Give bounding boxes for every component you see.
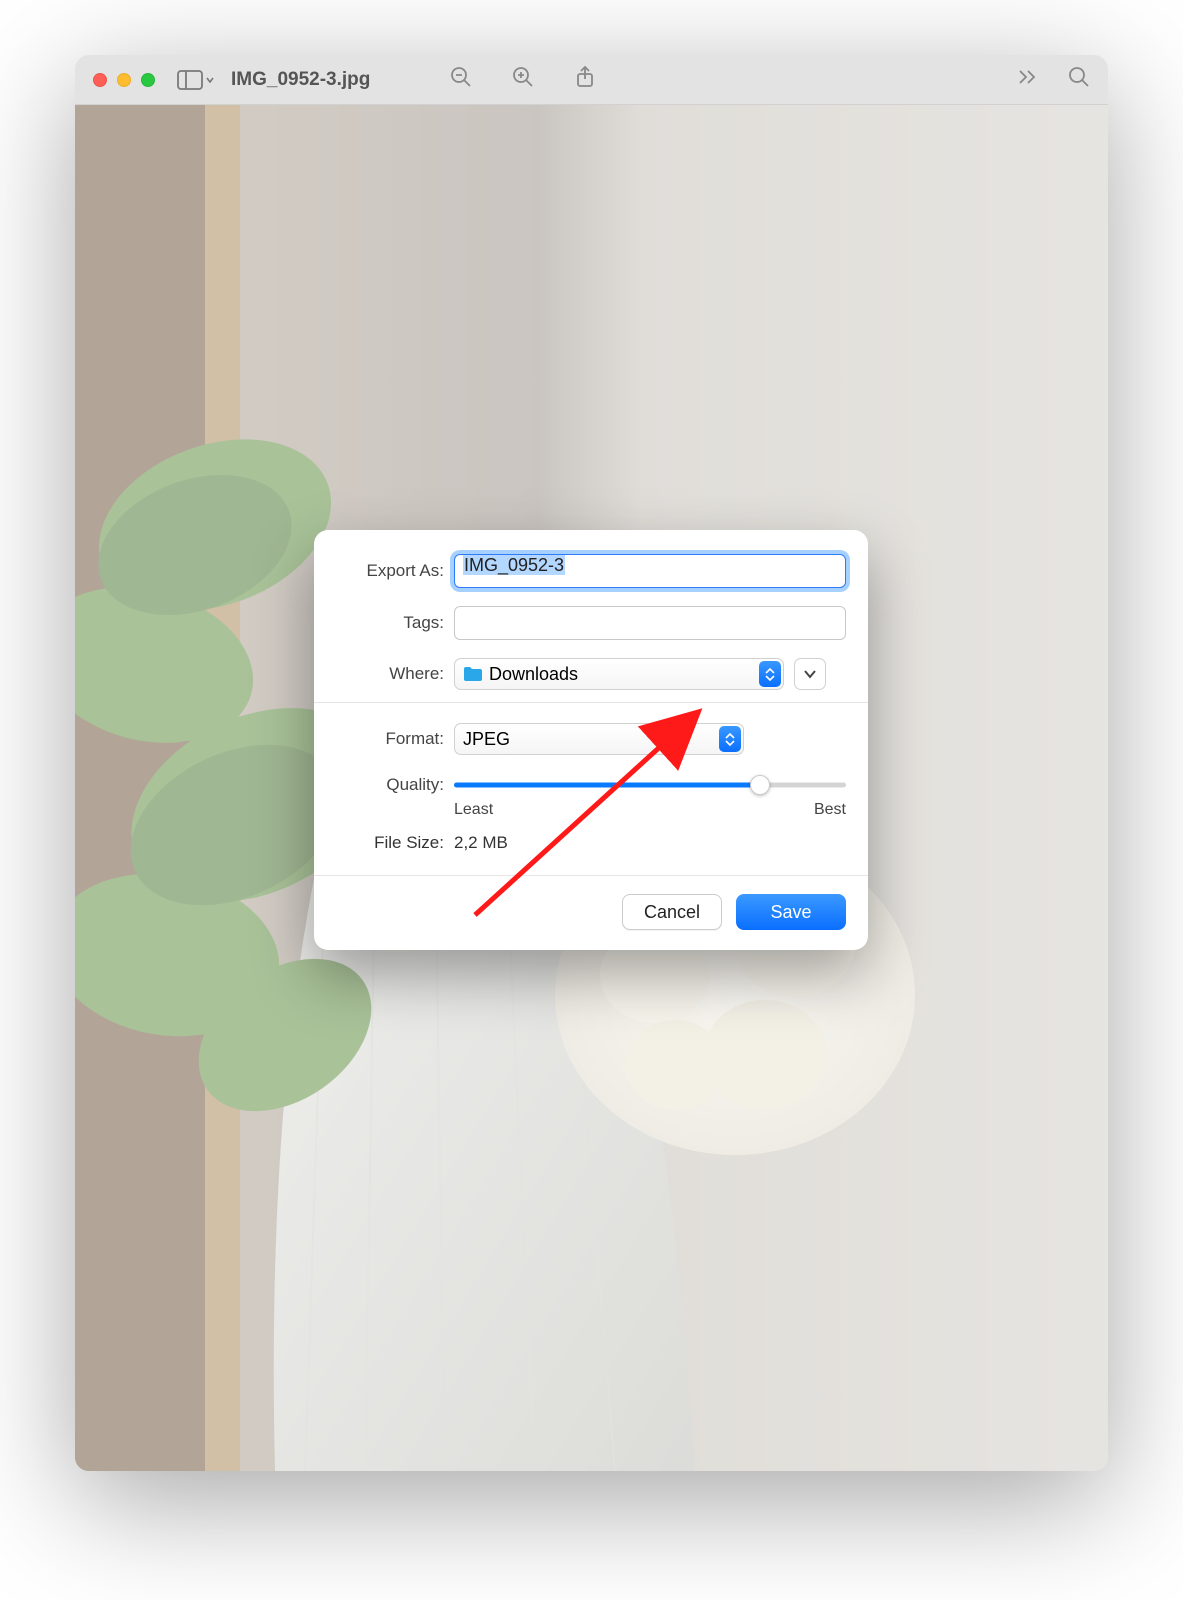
window-controls [93, 73, 155, 87]
filesize-value: 2,2 MB [454, 833, 508, 853]
zoom-window-button[interactable] [141, 73, 155, 87]
content-area: Export As: IMG_0952-3 Tags: Where: Downl… [75, 105, 1108, 1471]
more-icon[interactable] [1018, 70, 1038, 89]
folder-icon [463, 666, 483, 682]
where-select[interactable]: Downloads [454, 658, 784, 690]
format-select[interactable]: JPEG [454, 723, 744, 755]
chevron-up-down-icon [759, 661, 781, 687]
filesize-label: File Size: [336, 833, 454, 853]
minimize-window-button[interactable] [117, 73, 131, 87]
export-sheet: Export As: IMG_0952-3 Tags: Where: Downl… [314, 530, 868, 950]
slider-knob[interactable] [750, 775, 770, 795]
tags-label: Tags: [336, 613, 454, 633]
titlebar: IMG_0952-3.jpg [75, 55, 1108, 105]
export-as-label: Export As: [336, 561, 454, 581]
quality-label: Quality: [336, 775, 454, 795]
format-label: Format: [336, 729, 454, 749]
quality-best-label: Best [814, 801, 846, 819]
sidebar-toggle-button[interactable] [177, 70, 215, 90]
chevron-down-icon [803, 669, 817, 679]
expand-browse-button[interactable] [794, 658, 826, 690]
close-window-button[interactable] [93, 73, 107, 87]
save-button[interactable]: Save [736, 894, 846, 930]
tags-input[interactable] [454, 606, 846, 640]
preview-window: IMG_0952-3.jpg [75, 55, 1108, 1471]
where-label: Where: [336, 664, 454, 684]
zoom-in-icon[interactable] [512, 66, 534, 93]
window-title: IMG_0952-3.jpg [231, 69, 370, 91]
search-icon[interactable] [1068, 66, 1090, 93]
zoom-out-icon[interactable] [450, 66, 472, 93]
quality-slider[interactable] [454, 773, 846, 797]
chevron-up-down-icon [719, 726, 741, 752]
share-icon[interactable] [574, 65, 596, 94]
filename-input[interactable]: IMG_0952-3 [454, 554, 846, 588]
cancel-button[interactable]: Cancel [622, 894, 722, 930]
quality-least-label: Least [454, 801, 493, 819]
